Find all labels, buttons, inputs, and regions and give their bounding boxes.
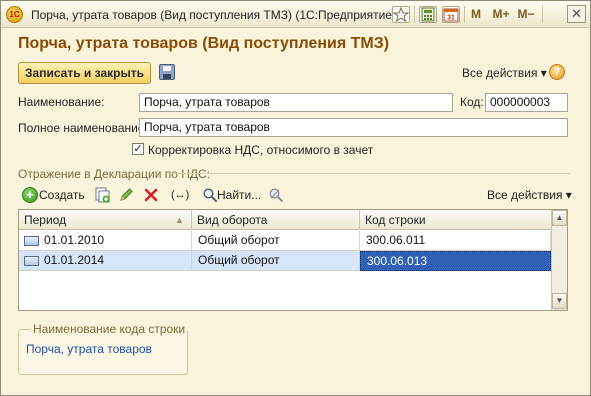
name-field[interactable]: Порча, утрата товаров — [139, 93, 453, 112]
cell-turnover[interactable]: Общий оборот — [192, 251, 360, 271]
create-icon[interactable]: + — [22, 187, 38, 203]
window-title: Порча, утрата товаров (Вид поступления Т… — [31, 8, 396, 22]
period-value: 01.01.2014 — [44, 253, 105, 267]
create-button[interactable]: Создать — [39, 185, 85, 205]
cell-code-active[interactable]: 300.06.013 — [360, 251, 551, 271]
cell-period[interactable]: 01.01.2010 — [19, 231, 192, 251]
all-actions-menu[interactable]: Все действия ▾ — [462, 66, 547, 80]
section-divider — [168, 173, 570, 174]
form-window: 1C Порча, утрата товаров (Вид поступлени… — [0, 0, 591, 396]
calculator-icon[interactable] — [419, 6, 437, 23]
cell-turnover[interactable]: Общий оборот — [192, 231, 360, 251]
code-name-value: Порча, утрата товаров — [26, 342, 152, 356]
vat-correction-label[interactable]: Корректировка НДС, относимого в зачет — [148, 143, 373, 157]
fullname-field[interactable]: Порча, утрата товаров — [139, 118, 568, 137]
scroll-up-arrow-icon[interactable]: ▲ — [552, 210, 567, 226]
fullname-label: Полное наименование: — [18, 121, 148, 135]
table-header: Период ▲ Вид оборота Код строки — [19, 210, 551, 230]
column-header-code[interactable]: Код строки — [360, 210, 551, 230]
app-1c-icon[interactable]: 1C — [6, 6, 23, 23]
title-bar: 1C Порча, утрата товаров (Вид поступлени… — [1, 1, 590, 28]
edit-pencil-icon[interactable] — [118, 187, 134, 203]
memory-mplus-button[interactable]: M+ — [490, 5, 512, 24]
code-name-legend: Наименование кода строки — [31, 322, 188, 336]
cell-code[interactable]: 300.06.011 — [360, 231, 551, 251]
bookmark-star-icon[interactable] — [392, 6, 410, 23]
find-button[interactable]: Найти... — [217, 185, 261, 205]
cell-period[interactable]: 01.01.2014 — [19, 251, 192, 271]
memory-mminus-button[interactable]: M− — [515, 5, 537, 24]
record-icon — [24, 256, 39, 266]
column-header-turnover[interactable]: Вид оборота — [192, 210, 360, 230]
section-title: Отражение в Декларации по НДС: — [18, 167, 211, 181]
scroll-down-arrow-icon[interactable]: ▼ — [552, 293, 567, 309]
table-row[interactable]: 01.01.2010 Общий оборот 300.06.011 — [19, 231, 551, 251]
find-magnifier-icon[interactable] — [202, 187, 218, 203]
calendar-icon[interactable]: 31 — [442, 6, 460, 23]
table-scrollbar[interactable]: ▲ ▼ — [551, 210, 567, 310]
close-window-button[interactable]: ✕ — [567, 5, 586, 23]
column-header-period[interactable]: Период — [19, 210, 192, 230]
memory-m-button[interactable]: M — [469, 5, 483, 24]
help-icon[interactable]: ? — [549, 64, 565, 80]
save-floppy-icon[interactable] — [159, 64, 175, 80]
grid-all-actions-menu[interactable]: Все действия ▾ — [487, 185, 572, 205]
vat-correction-checkbox[interactable]: ✓ — [132, 143, 144, 155]
table-row-selected[interactable]: 01.01.2014 Общий оборот 300.06.013 — [19, 251, 551, 271]
period-value: 01.01.2010 — [44, 233, 105, 247]
code-field[interactable]: 000000003 — [485, 93, 568, 112]
name-label: Наименование: — [18, 95, 105, 109]
code-label: Код: — [460, 95, 484, 109]
svg-text:31: 31 — [447, 15, 455, 22]
save-and-close-button[interactable]: Записать и закрыть — [18, 62, 151, 84]
copy-icon[interactable] — [94, 187, 110, 203]
vat-declaration-table[interactable]: Период ▲ Вид оборота Код строки 01.01.20… — [18, 209, 568, 311]
record-icon — [24, 236, 39, 246]
sort-indicator-icon: ▲ — [175, 215, 184, 225]
range-button[interactable]: (↔) — [171, 185, 189, 205]
cancel-search-icon[interactable] — [268, 187, 284, 203]
delete-icon[interactable] — [143, 187, 159, 203]
page-title: Порча, утрата товаров (Вид поступления Т… — [18, 35, 390, 52]
